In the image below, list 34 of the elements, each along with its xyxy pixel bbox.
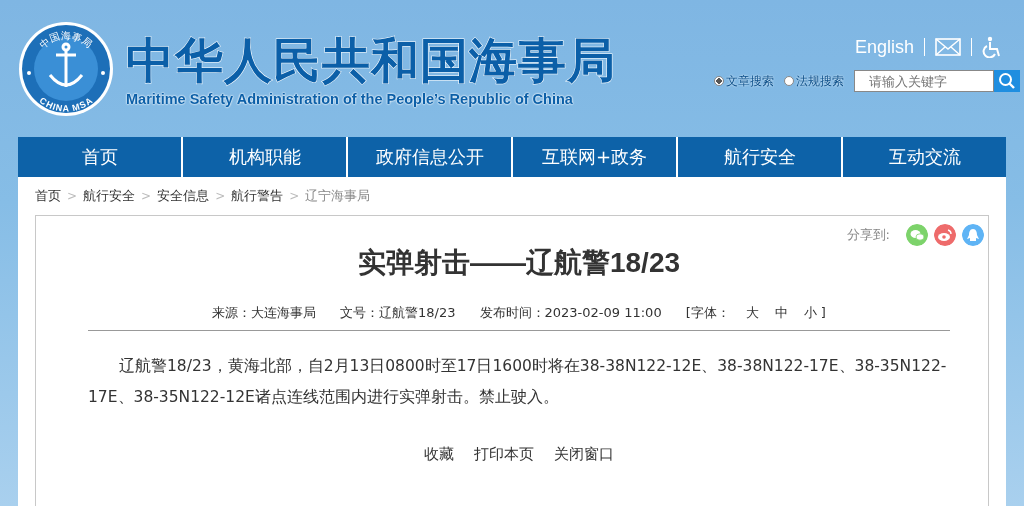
logo-emblem: 中国海事局 CHINA MSA [18,20,114,117]
breadcrumb-link[interactable]: 航行警告 [231,187,284,205]
breadcrumb-link[interactable]: 首页 [35,187,61,205]
article-action-link[interactable]: 关闭窗口 [554,445,614,464]
article-meta: 来源：大连海事局 [212,304,317,322]
font-size-link[interactable]: 中 [774,304,788,322]
mail-icon[interactable] [935,38,961,56]
breadcrumb-link[interactable]: 辽宁海事局 [305,187,371,205]
search-type-radio[interactable]: 文章搜索 [714,72,774,90]
search-field[interactable]: 请输入关键字 [854,70,994,92]
breadcrumb-link[interactable]: 安全信息 [157,187,210,205]
article-action-link[interactable]: 打印本页 [474,445,534,464]
breadcrumb-separator: > [215,189,226,203]
qq-share-icon[interactable] [962,224,984,246]
site-subtitle: Maritime Safety Administration of the People’s Republic of China [126,90,574,107]
article-title: 实弹射击——辽航警18/23 [356,246,682,280]
article-meta: 文号：辽航警18/23 [340,304,456,322]
article-body: 辽航警18/23，黄海北部，自2月13日0800时至17日1600时将在38-38N122-12E、38-38N122-17E、38-35N122-17E、38-35N122-12E诸点连线范围内进行实弹射击。禁止驶入。 [88,356,948,408]
accessibility-icon[interactable] [982,36,1002,58]
weibo-share-icon[interactable] [934,224,956,246]
wechat-share-icon[interactable] [906,224,928,246]
article-meta: 发布时间：2023-02-09 11:00 [479,304,662,322]
font-size-label: [字体： [685,304,730,322]
breadcrumb-separator: > [289,189,300,203]
site-title: 中华人民共和国海事局 [126,30,616,89]
breadcrumb-separator: > [141,189,152,203]
search-type-radio[interactable]: 法规搜索 [784,72,844,90]
article-action-link[interactable]: 收藏 [424,445,454,464]
breadcrumb-separator: > [67,189,78,203]
font-size-link[interactable]: 大 [745,304,759,322]
font-size-link[interactable]: 小 ] [803,304,826,322]
search-button[interactable] [994,70,1020,92]
share-label: 分享到: [846,226,890,244]
breadcrumb-link[interactable]: 航行安全 [83,187,136,205]
